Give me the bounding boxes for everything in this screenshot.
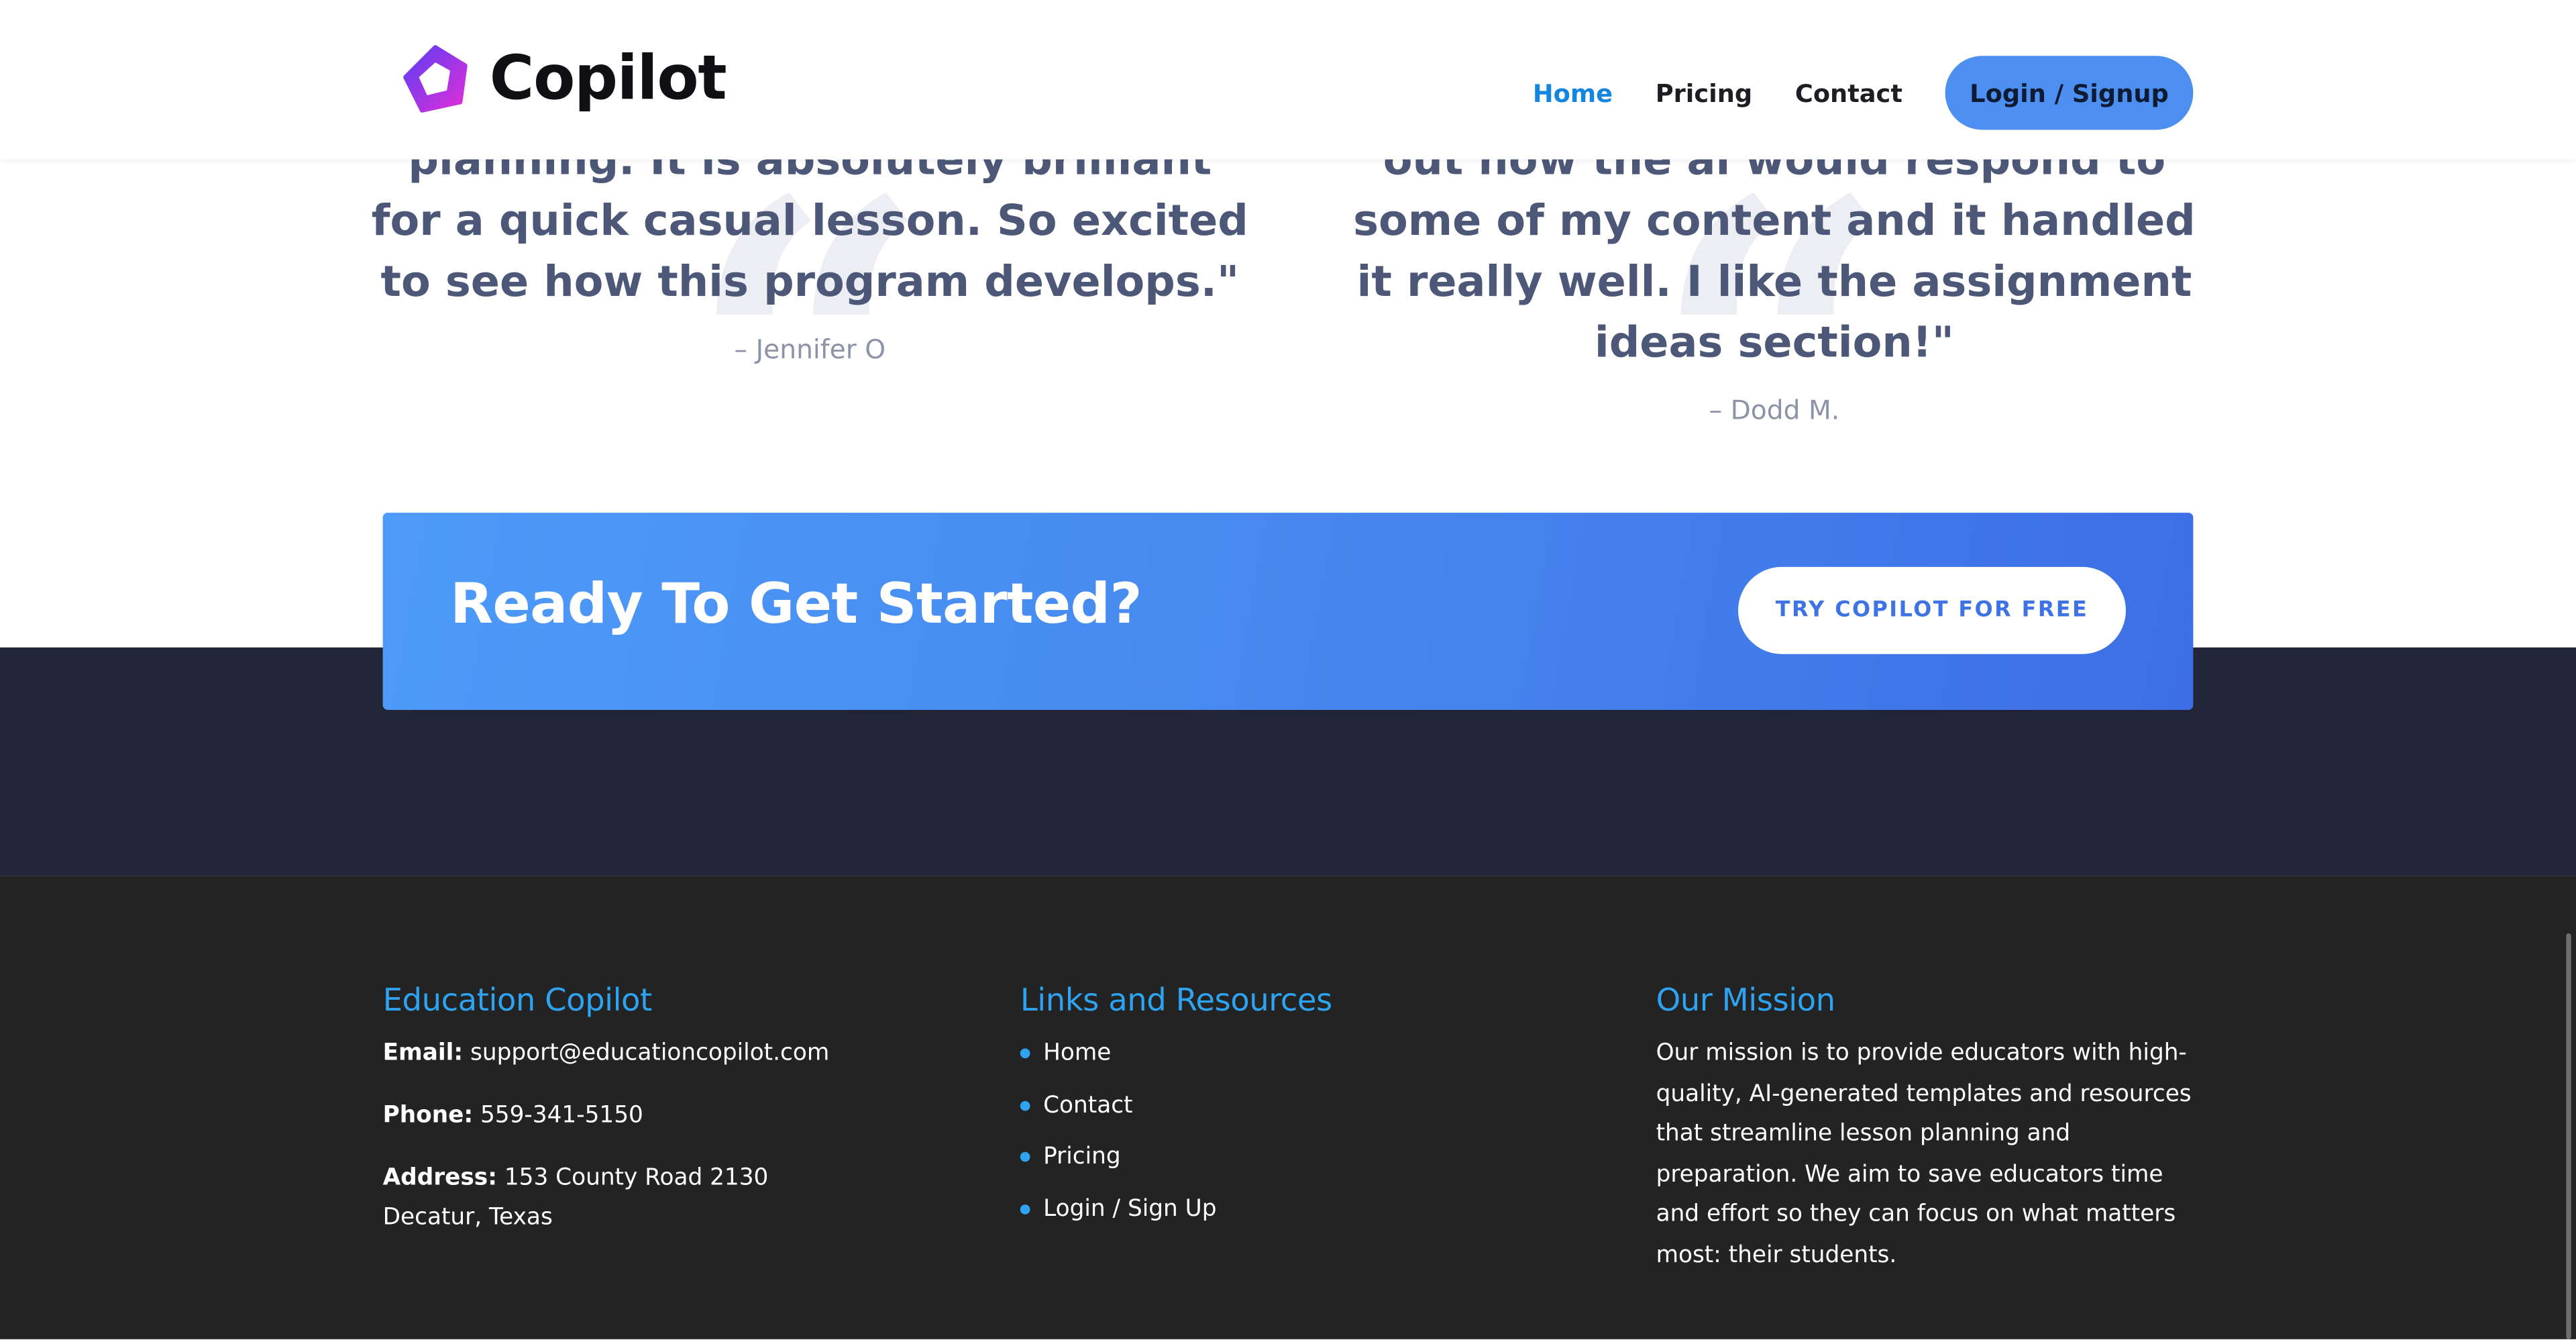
footer-about-heading: Education Copilot: [382, 982, 653, 1019]
testimonial-card: “ out how the ai would respond to some o…: [1331, 132, 2218, 574]
footer-link-pricing[interactable]: Pricing: [1020, 1137, 1546, 1177]
page: “ planning. It is absolutely brilliant f…: [0, 0, 2576, 1339]
address-label: Address:: [382, 1165, 497, 1192]
brand-name: Copilot: [489, 42, 727, 113]
footer-address-row: Address: 153 County Road 2130 Decatur, T…: [383, 1159, 942, 1238]
main-nav: Home Pricing Contact Login / Signup: [1533, 56, 2194, 130]
footer-links-list: Home Contact Pricing Login / Sign Up: [1020, 1033, 1546, 1228]
nav-home-link[interactable]: Home: [1533, 78, 1613, 107]
nav-pricing-link[interactable]: Pricing: [1656, 78, 1752, 107]
footer-phone-row: Phone: 559-341-5150: [383, 1096, 942, 1135]
pentagon-gradient-logo-icon: [403, 44, 468, 112]
email-value[interactable]: support@educationcopilot.com: [470, 1040, 829, 1066]
phone-value: 559-341-5150: [480, 1102, 643, 1129]
footer-link-login-signup[interactable]: Login / Sign Up: [1020, 1189, 1546, 1229]
page-scrollbar[interactable]: [2566, 933, 2571, 1339]
testimonial-text: out how the ai would respond to some of …: [1353, 136, 2196, 368]
footer-link-contact[interactable]: Contact: [1020, 1086, 1546, 1125]
footer-links-column: Links and Resources Home Contact Pricing…: [1020, 982, 1546, 1240]
login-signup-button[interactable]: Login / Signup: [1945, 56, 2194, 130]
site-footer: Education Copilot Email: support@educati…: [0, 876, 2576, 1339]
footer-about-column: Education Copilot Email: support@educati…: [383, 982, 942, 1260]
testimonial-author: – Jennifer O: [734, 333, 886, 365]
footer-links-heading: Links and Resources: [1020, 982, 1332, 1019]
cta-title: Ready To Get Started?: [450, 572, 1142, 638]
email-label: Email:: [382, 1040, 464, 1067]
nav-contact-link[interactable]: Contact: [1795, 78, 1902, 107]
footer-email-row: Email: support@educationcopilot.com: [383, 1033, 942, 1073]
footer-link-home[interactable]: Home: [1020, 1033, 1546, 1073]
testimonial-card: “ planning. It is absolutely brilliant f…: [366, 132, 1253, 574]
cta-banner: Ready To Get Started? TRY COPILOT FOR FR…: [382, 513, 2194, 710]
try-copilot-free-button[interactable]: TRY COPILOT FOR FREE: [1738, 566, 2126, 654]
logo-link[interactable]: Copilot: [401, 43, 727, 113]
footer-mission-column: Our Mission Our mission is to provide ed…: [1656, 982, 2206, 1275]
footer-mission-text: Our mission is to provide educators with…: [1656, 1040, 2192, 1268]
testimonial-author: – Dodd M.: [1709, 394, 1840, 426]
address-line-1: 153 County Road 2130: [504, 1165, 769, 1192]
phone-label: Phone:: [382, 1102, 474, 1129]
address-line-2: Decatur, Texas: [382, 1204, 553, 1231]
site-header: Copilot Home Pricing Contact Login / Sig…: [0, 0, 2576, 160]
footer-mission-heading: Our Mission: [1656, 982, 1836, 1019]
